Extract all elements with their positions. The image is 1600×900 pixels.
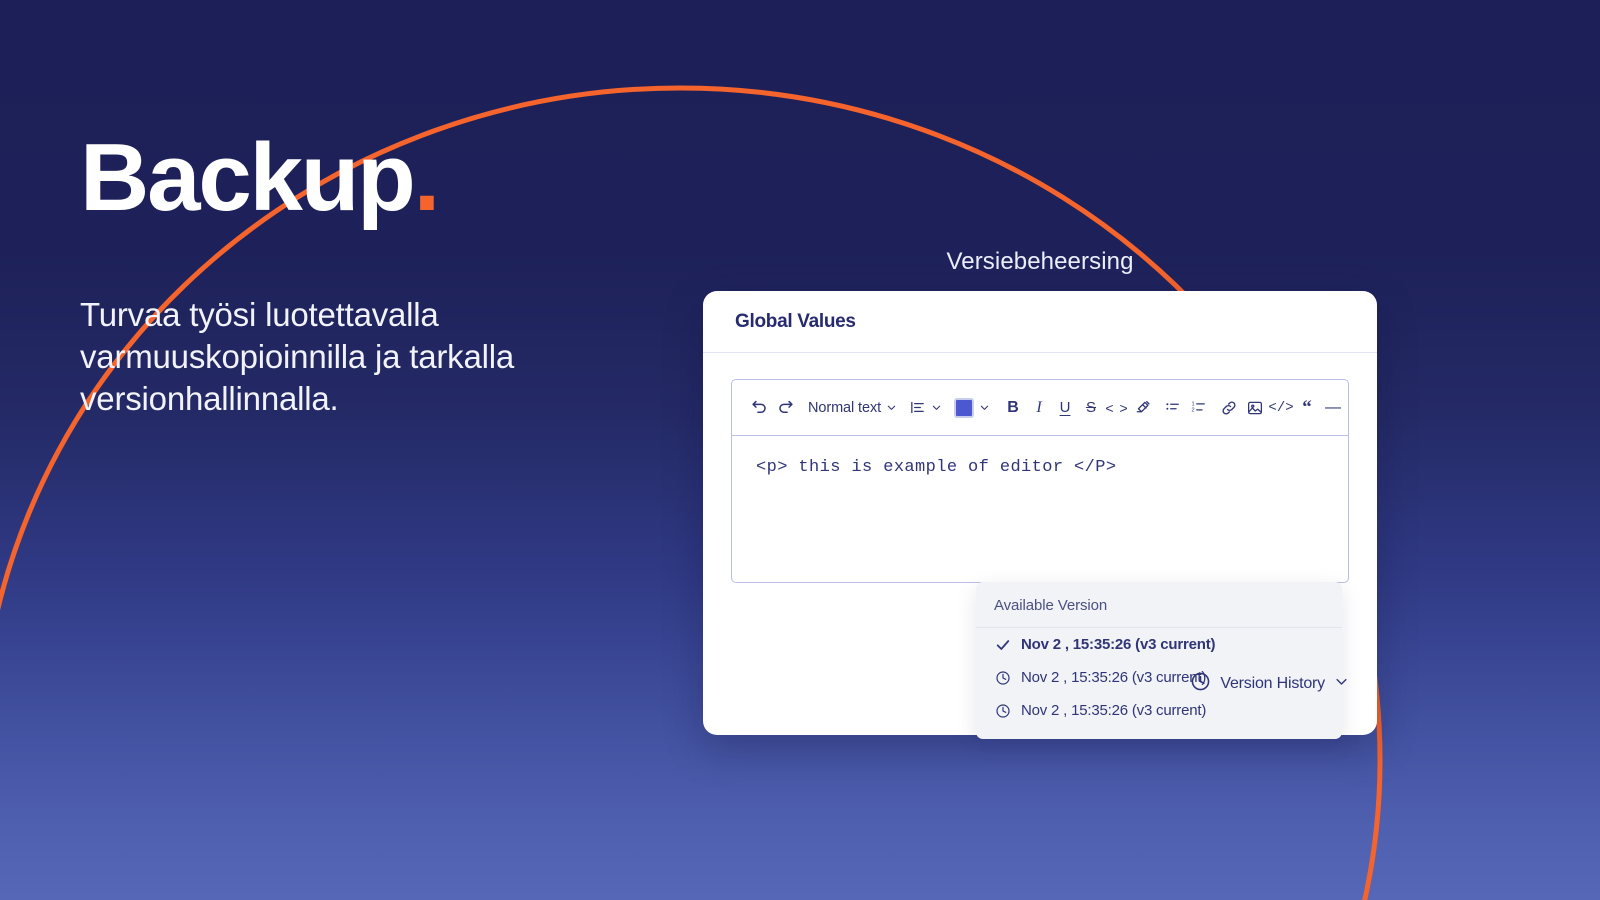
- clock-icon: [994, 702, 1011, 719]
- card-body: Normal text B I U S < > 1 2 </> “ — <p> …: [703, 353, 1377, 739]
- card-title: Global Values: [735, 310, 856, 332]
- underline-button[interactable]: U: [1052, 393, 1078, 423]
- version-list-item-label: Nov 2 , 15:35:26 (v3 current): [1021, 702, 1207, 719]
- clock-icon: [1190, 671, 1211, 697]
- chevron-down-icon: [979, 402, 990, 413]
- version-list-item[interactable]: Nov 2 , 15:35:26 (v3 current): [976, 694, 1342, 727]
- numbered-list-icon[interactable]: 1 2: [1186, 393, 1212, 423]
- version-list-item-label: Nov 2 , 15:35:26 (v3 current): [1021, 669, 1207, 686]
- paragraph-style-dropdown[interactable]: Normal text: [806, 393, 899, 423]
- version-list-item[interactable]: Nov 2 , 15:35:26 (v3 current): [976, 628, 1342, 661]
- available-version-dropdown: Available Version Nov 2 , 15:35:26 (v3 c…: [976, 582, 1342, 739]
- svg-text:2: 2: [1192, 407, 1195, 413]
- bold-button[interactable]: B: [1000, 393, 1026, 423]
- card-caption: Versiebeheersing: [946, 248, 1134, 275]
- editor-content-text: <p> this is example of editor </P>: [756, 458, 1117, 477]
- page-title-text: Backup: [80, 124, 416, 231]
- rich-text-editor: Normal text B I U S < > 1 2 </> “ — <p> …: [731, 379, 1349, 583]
- available-version-header: Available Version: [976, 582, 1342, 628]
- editor-content-area[interactable]: <p> this is example of editor </P>: [732, 436, 1348, 582]
- paragraph-style-label: Normal text: [808, 399, 882, 416]
- check-icon: [994, 636, 1011, 653]
- clock-icon: [994, 669, 1011, 686]
- chevron-down-icon: [931, 402, 942, 413]
- strikethrough-button[interactable]: S: [1078, 393, 1104, 423]
- version-history-button[interactable]: Version History: [1190, 671, 1349, 697]
- inline-code-icon[interactable]: < >: [1104, 393, 1130, 423]
- align-left-icon: [909, 399, 926, 416]
- link-icon[interactable]: [1216, 393, 1242, 423]
- blockquote-icon[interactable]: “: [1294, 393, 1320, 423]
- global-values-card: Global Values Normal text B I U S < > 1 …: [703, 291, 1377, 739]
- code-block-icon[interactable]: </>: [1268, 393, 1294, 423]
- chevron-down-icon: [886, 402, 897, 413]
- chevron-down-icon: [1334, 674, 1349, 694]
- redo-icon[interactable]: [772, 393, 798, 423]
- page-title: Backup.: [80, 128, 700, 228]
- bulleted-list-icon[interactable]: [1160, 393, 1186, 423]
- horizontal-rule-icon[interactable]: —: [1320, 393, 1346, 423]
- align-dropdown[interactable]: [907, 393, 944, 423]
- text-color-dropdown[interactable]: [952, 393, 992, 423]
- editor-toolbar: Normal text B I U S < > 1 2 </> “ —: [732, 380, 1348, 436]
- image-icon[interactable]: [1242, 393, 1268, 423]
- version-list-item-label: Nov 2 , 15:35:26 (v3 current): [1021, 636, 1216, 653]
- hero-subtitle: Turvaa työsi luotettavalla varmuuskopioi…: [80, 295, 515, 418]
- hero-banner: Backup. Turvaa työsi luotettavalla varmu…: [0, 0, 1600, 900]
- undo-icon[interactable]: [746, 393, 772, 423]
- color-swatch-icon: [954, 397, 975, 418]
- page-title-accent-dot: .: [413, 124, 441, 231]
- svg-text:1: 1: [1192, 401, 1195, 407]
- version-history-label: Version History: [1220, 675, 1325, 692]
- card-header: Global Values: [703, 291, 1377, 353]
- italic-button[interactable]: I: [1026, 393, 1052, 423]
- clear-format-icon[interactable]: [1130, 393, 1156, 423]
- hero-copy: Backup. Turvaa työsi luotettavalla varmu…: [80, 128, 700, 421]
